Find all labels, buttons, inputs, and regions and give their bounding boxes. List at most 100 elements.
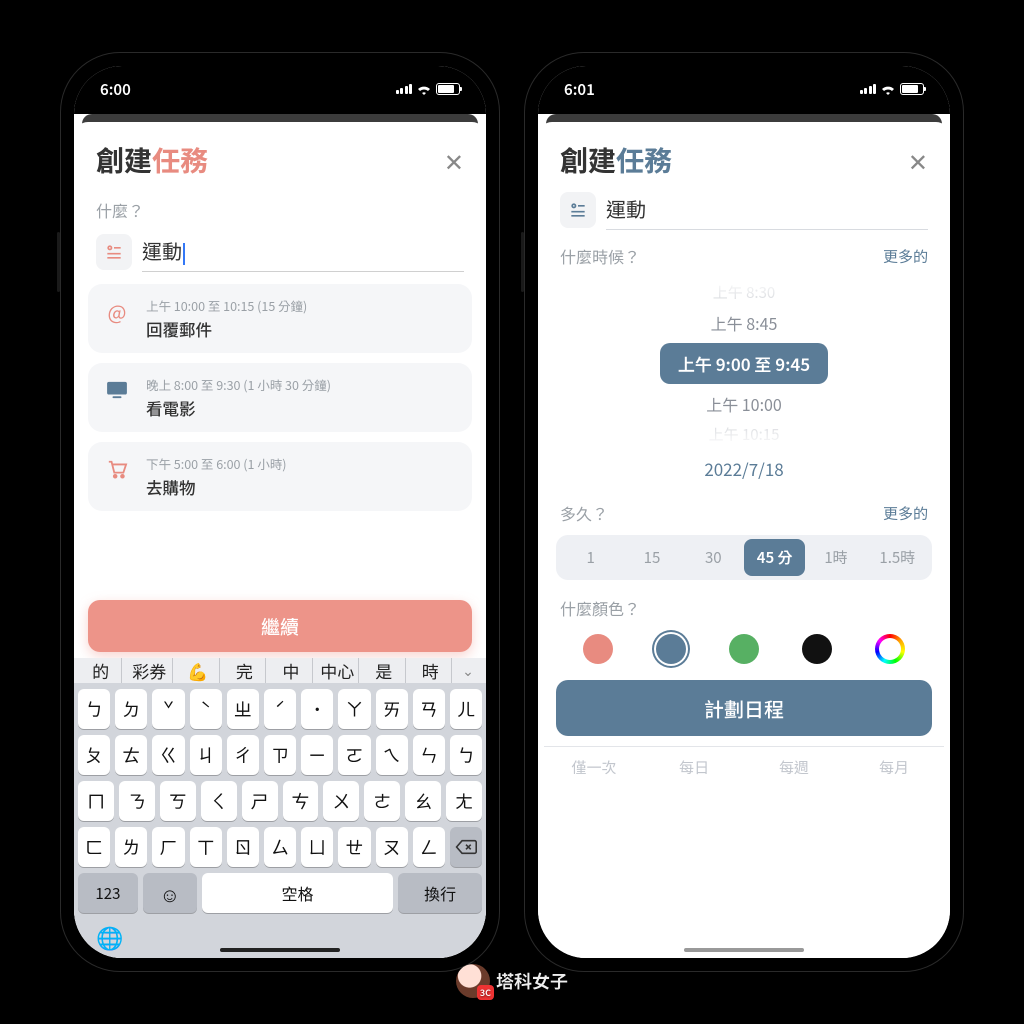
create-task-modal: 創建任務 ✕ 運動 什麼時候？ 更多的 上午 8:30 上午 8:45 上午 9… [538, 122, 950, 958]
color-option[interactable] [656, 634, 686, 664]
task-name-input[interactable]: 運動 [142, 232, 464, 272]
key[interactable]: ㄏ [152, 827, 184, 867]
phone-right: 6:01 創建任務 ✕ 運動 [524, 52, 964, 972]
key[interactable]: ㄦ [450, 689, 482, 729]
key[interactable]: ㄅ [450, 735, 482, 775]
duration-option[interactable]: 1.5時 [867, 539, 928, 576]
suggestion-card[interactable]: @ 上午 10:00 至 10:15 (15 分鐘) 回覆郵件 [88, 284, 472, 353]
repeat-tabs[interactable]: 僅一次每日每週每月 [544, 746, 944, 790]
key[interactable]: ˊ [264, 689, 296, 729]
key[interactable]: ㄈ [78, 827, 110, 867]
keyboard[interactable]: 的彩券 💪完 中中心 是時 ⌄ ㄅㄉˇˋㄓˊ˙ㄚㄞㄢㄦㄆㄊㄍㄐㄔㄗㄧㄛㄟㄣㄅㄇㄋ… [74, 658, 486, 958]
key[interactable]: ㄕ [242, 781, 278, 821]
schedule-button[interactable]: 計劃日程 [556, 680, 932, 736]
key[interactable]: ㄡ [376, 827, 408, 867]
key-emoji[interactable]: ☺ [143, 873, 197, 913]
key[interactable]: ㄌ [115, 827, 147, 867]
key[interactable]: ㄗ [264, 735, 296, 775]
key[interactable]: ㄩ [301, 827, 333, 867]
key[interactable]: ㄤ [446, 781, 482, 821]
duration-option[interactable]: 45 分 [744, 539, 805, 576]
time-selected[interactable]: 上午 9:00 至 9:45 [660, 343, 828, 384]
key-space[interactable]: 空格 [202, 873, 394, 913]
more-duration[interactable]: 更多的 [883, 503, 928, 524]
duration-option[interactable]: 1 [560, 539, 621, 576]
key[interactable]: ㄧ [301, 735, 333, 775]
home-indicator[interactable] [220, 948, 340, 952]
repeat-option[interactable]: 每月 [844, 757, 944, 778]
key[interactable]: ㄠ [405, 781, 441, 821]
signal-icon [860, 84, 877, 94]
key[interactable]: ㄐ [190, 735, 222, 775]
key[interactable]: ㄚ [338, 689, 370, 729]
key[interactable]: ˙ [301, 689, 333, 729]
duration-picker[interactable]: 1153045 分1時1.5時 [556, 535, 932, 580]
color-picker[interactable] [538, 626, 950, 674]
wifi-icon [416, 83, 432, 95]
duration-option[interactable]: 1時 [805, 539, 866, 576]
key[interactable]: ㄢ [413, 689, 445, 729]
close-button[interactable]: ✕ [908, 143, 928, 178]
suggestion-card[interactable]: 晚上 8:00 至 9:30 (1 小時 30 分鐘) 看電影 [88, 363, 472, 432]
more-when[interactable]: 更多的 [883, 246, 928, 267]
duration-option[interactable]: 30 [683, 539, 744, 576]
key[interactable]: ˇ [152, 689, 184, 729]
key[interactable]: ㄇ [78, 781, 114, 821]
key[interactable]: ㄊ [115, 735, 147, 775]
task-icon[interactable] [560, 192, 596, 228]
continue-button[interactable]: 繼續 [88, 600, 472, 652]
key[interactable]: ㄔ [227, 735, 259, 775]
watermark: 塔科女子 [456, 964, 568, 998]
key[interactable]: ㄎ [160, 781, 196, 821]
key[interactable]: ㄞ [376, 689, 408, 729]
key[interactable]: ㄋ [119, 781, 155, 821]
key-delete[interactable] [450, 827, 482, 867]
key[interactable]: ㄖ [227, 827, 259, 867]
key[interactable]: ˋ [190, 689, 222, 729]
create-task-modal: 創建任務 ✕ 什麼？ 運動 @ 上午 10:00 至 10:15 (15 分鐘) [74, 122, 486, 958]
globe-icon[interactable]: 🌐 [96, 921, 123, 953]
task-icon[interactable] [96, 234, 132, 270]
repeat-option[interactable]: 每週 [744, 757, 844, 778]
key[interactable]: ㄛ [338, 735, 370, 775]
key-123[interactable]: 123 [78, 873, 138, 913]
tv-icon [102, 375, 132, 405]
key[interactable]: ㄙ [264, 827, 296, 867]
key[interactable]: ㄒ [190, 827, 222, 867]
repeat-option[interactable]: 僅一次 [544, 757, 644, 778]
key[interactable]: ㄓ [227, 689, 259, 729]
key[interactable]: ㄉ [115, 689, 147, 729]
color-option[interactable] [729, 634, 759, 664]
key[interactable]: ㄜ [364, 781, 400, 821]
key[interactable]: ㄍ [152, 735, 184, 775]
key[interactable]: ㄝ [338, 827, 370, 867]
at-icon: @ [102, 296, 132, 326]
date-label[interactable]: 2022/7/18 [538, 456, 950, 481]
color-option[interactable] [875, 634, 905, 664]
color-option[interactable] [802, 634, 832, 664]
key[interactable]: ㄅ [78, 689, 110, 729]
suggestion-card[interactable]: 下午 5:00 至 6:00 (1 小時) 去購物 [88, 442, 472, 511]
notch [659, 66, 829, 96]
close-button[interactable]: ✕ [444, 143, 464, 178]
key-return[interactable]: 換行 [398, 873, 482, 913]
repeat-option[interactable]: 每日 [644, 757, 744, 778]
key[interactable]: ㄑ [201, 781, 237, 821]
battery-icon [436, 83, 460, 95]
key[interactable]: ㄟ [376, 735, 408, 775]
key[interactable]: ㄆ [78, 735, 110, 775]
key[interactable]: ㄘ [283, 781, 319, 821]
battery-icon [900, 83, 924, 95]
keyboard-suggestions[interactable]: 的彩券 💪完 中中心 是時 ⌄ [74, 658, 486, 683]
what-label: 什麼？ [74, 190, 486, 228]
wifi-icon [880, 83, 896, 95]
duration-option[interactable]: 15 [621, 539, 682, 576]
watermark-avatar [456, 964, 490, 998]
key[interactable]: ㄣ [413, 735, 445, 775]
task-name-input[interactable]: 運動 [606, 190, 928, 230]
color-option[interactable] [583, 634, 613, 664]
key[interactable]: ㄥ [413, 827, 445, 867]
home-indicator[interactable] [684, 948, 804, 952]
time-picker[interactable]: 上午 8:30 上午 8:45 上午 9:00 至 9:45 上午 10:00 … [538, 278, 950, 448]
key[interactable]: ㄨ [323, 781, 359, 821]
